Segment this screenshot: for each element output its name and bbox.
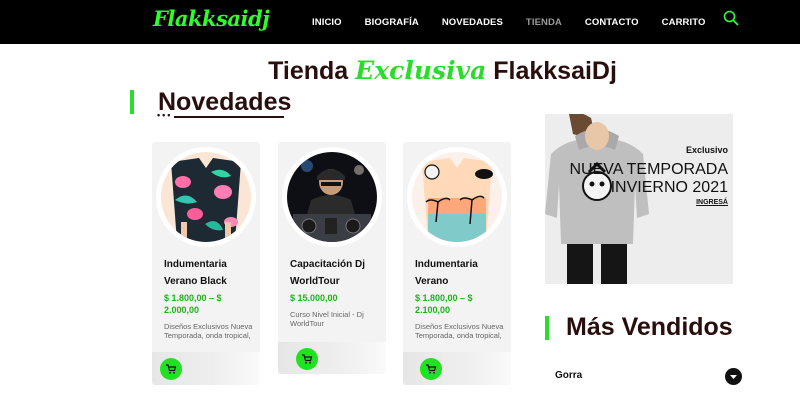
product-name[interactable]: Capacitación Dj WorldTour (290, 256, 382, 290)
site-logo[interactable]: Flakksaidj (153, 6, 270, 31)
novedades-accent-bar (130, 90, 134, 114)
nav-item-biografia[interactable]: BIOGRAFÍA (365, 17, 419, 28)
main-nav: INICIO BIOGRAFÍA NOVEDADES TIENDA CONTAC… (312, 0, 728, 44)
nav-item-tienda[interactable]: TIENDA (526, 17, 562, 28)
search-icon[interactable] (722, 9, 740, 27)
nav-item-inicio[interactable]: INICIO (312, 17, 342, 28)
cart-icon (426, 364, 437, 374)
top-navigation-bar: Flakksaidj INICIO BIOGRAFÍA NOVEDADES TI… (0, 0, 800, 44)
product-description: Diseños Exclusivos Nueva Temporada, onda… (164, 322, 253, 340)
product-name[interactable]: Indumentaria Verano Black (164, 256, 256, 290)
product-name[interactable]: Indumentaria Verano (415, 256, 507, 290)
product-image[interactable] (412, 152, 502, 242)
product-image[interactable] (287, 152, 377, 242)
promo-banner[interactable]: Exclusivo NUEVA TEMPORADA INVIERNO 2021 … (545, 114, 733, 284)
nav-item-carrito[interactable]: CARRITO (662, 17, 706, 28)
cart-icon (302, 354, 313, 364)
mas-vendidos-accent-bar (545, 316, 549, 340)
add-to-cart-button[interactable] (296, 348, 318, 370)
dropdown-label: Gorra (555, 370, 583, 381)
nav-item-novedades[interactable]: NOVEDADES (442, 17, 503, 28)
product-card-footer (152, 352, 260, 385)
promo-tag: Exclusivo (685, 145, 728, 155)
product-card-footer (403, 352, 511, 385)
promo-headline-line1: NUEVA TEMPORADA (569, 161, 728, 178)
product-description: Curso Nivel Inicial - Dj WorldTour (290, 310, 364, 328)
product-card[interactable]: Indumentaria Verano $ 1.800,00 – $ 2.100… (403, 142, 511, 385)
page-title-accent: Exclusiva (355, 56, 487, 85)
page-title: Tienda Exclusiva FlakksaiDj (0, 56, 800, 86)
novedades-dots: ••• (157, 110, 173, 120)
product-description: Diseños Exclusivos Nueva Temporada, onda… (415, 322, 504, 340)
promo-ingresa-link[interactable]: INGRESÁ (696, 199, 728, 206)
cart-icon (166, 364, 177, 374)
page-title-suffix: FlakksaiDj (493, 57, 617, 85)
product-price: $ 15.000,00 (290, 293, 338, 303)
product-card-footer (278, 342, 386, 374)
promo-headline: NUEVA TEMPORADA INVIERNO 2021 (569, 161, 728, 197)
product-card[interactable]: Capacitación Dj WorldTour $ 15.000,00 Cu… (278, 142, 386, 374)
gorra-category-dropdown[interactable]: Gorra (545, 360, 745, 390)
novedades-underline (174, 116, 284, 118)
product-image[interactable] (161, 152, 251, 242)
promo-headline-line2: INVIERNO 2021 (610, 179, 728, 196)
chevron-down-icon[interactable] (725, 368, 742, 385)
nav-item-contacto[interactable]: CONTACTO (585, 17, 639, 28)
novedades-heading: Novedades (158, 88, 292, 116)
add-to-cart-button[interactable] (160, 358, 182, 380)
product-card[interactable]: Indumentaria Verano Black $ 1.800,00 – $… (152, 142, 260, 385)
add-to-cart-button[interactable] (420, 358, 442, 380)
page-title-prefix: Tienda (268, 57, 349, 85)
product-price: $ 1.800,00 – $ 2.000,00 (164, 293, 222, 315)
product-price: $ 1.800,00 – $ 2.100,00 (415, 293, 473, 315)
mas-vendidos-heading: Más Vendidos (566, 313, 733, 341)
